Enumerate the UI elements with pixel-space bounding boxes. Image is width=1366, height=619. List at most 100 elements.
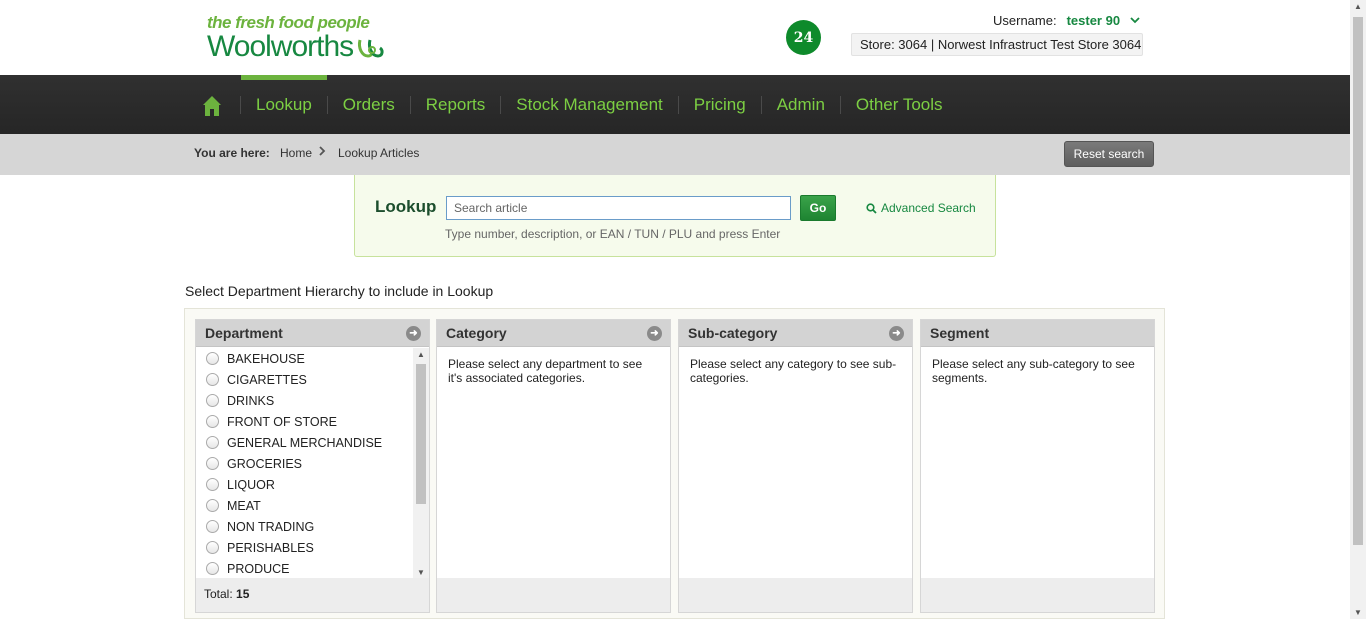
list-item[interactable]: PERISHABLES xyxy=(196,537,414,558)
department-label: LIQUOR xyxy=(227,477,275,492)
department-label: NON TRADING xyxy=(227,519,315,534)
category-header: Category ➜ xyxy=(437,320,670,347)
department-label: PERISHABLES xyxy=(227,540,314,555)
radio-button[interactable] xyxy=(206,541,219,554)
department-label: FRONT OF STORE xyxy=(227,414,337,429)
list-item[interactable]: CIGARETTES xyxy=(196,369,414,390)
department-label: DRINKS xyxy=(227,393,275,408)
lookup-panel: Lookup Go Advanced Search Type number, d… xyxy=(354,175,996,257)
total-label: Total: xyxy=(204,587,233,601)
chevron-down-icon[interactable] xyxy=(1130,15,1140,27)
username-label: Username: xyxy=(993,13,1057,28)
list-item[interactable]: PRODUCE xyxy=(196,558,414,579)
scrollbar-thumb[interactable] xyxy=(416,364,426,504)
list-item[interactable]: FRONT OF STORE xyxy=(196,411,414,432)
segment-footer xyxy=(921,578,1154,612)
nav-items: Lookup Orders Reports Stock Management P… xyxy=(240,74,958,134)
nav-item-reports[interactable]: Reports xyxy=(409,95,501,114)
radio-button[interactable] xyxy=(206,352,219,365)
department-list: BAKEHOUSE CIGARETTES DRINKS FRONT OF STO… xyxy=(196,348,414,579)
department-label: PRODUCE xyxy=(227,561,290,576)
department-label: GROCERIES xyxy=(227,456,303,471)
breadcrumb-prefix: You are here: xyxy=(194,146,270,160)
search-hint: Type number, description, or EAN / TUN /… xyxy=(445,227,781,241)
home-icon[interactable] xyxy=(202,95,222,117)
arrow-right-icon[interactable]: ➜ xyxy=(889,326,904,341)
radio-button[interactable] xyxy=(206,436,219,449)
scrollbar-thumb[interactable] xyxy=(1353,17,1363,545)
hierarchy-title: Select Department Hierarchy to include i… xyxy=(185,283,494,299)
nav-item-stock-management[interactable]: Stock Management xyxy=(500,95,677,114)
reset-search-button[interactable]: Reset search xyxy=(1064,141,1154,167)
nav-item-orders[interactable]: Orders xyxy=(326,95,410,114)
lookup-label: Lookup xyxy=(375,197,437,216)
woolworths-w-icon xyxy=(358,39,384,58)
list-item[interactable]: DRINKS xyxy=(196,390,414,411)
category-column: Category ➜ Please select any department … xyxy=(436,319,671,613)
search-icon xyxy=(866,202,877,214)
hierarchy-panel: Department ➜ BAKEHOUSE CIGARETTES DRINKS… xyxy=(184,308,1165,619)
go-button[interactable]: Go xyxy=(800,195,836,221)
scroll-up-icon[interactable]: ▲ xyxy=(416,350,426,359)
department-label: BAKEHOUSE xyxy=(227,351,305,366)
category-footer xyxy=(437,578,670,612)
header: the fresh food people Woolworths 24 User… xyxy=(0,0,1350,75)
department-total: Total: 15 xyxy=(196,578,429,612)
department-scrollbar[interactable]: ▲ ▼ xyxy=(413,348,429,579)
radio-button[interactable] xyxy=(206,520,219,533)
logo-brand-text: Woolworths xyxy=(207,30,354,63)
department-label: GENERAL MERCHANDISE xyxy=(227,435,383,450)
radio-button[interactable] xyxy=(206,499,219,512)
nav-item-other-tools[interactable]: Other Tools xyxy=(839,95,958,114)
scroll-down-icon[interactable]: ▼ xyxy=(416,568,426,577)
list-item[interactable]: LIQUOR xyxy=(196,474,414,495)
department-column: Department ➜ BAKEHOUSE CIGARETTES DRINKS… xyxy=(195,319,430,613)
department-title: Department xyxy=(205,325,283,341)
page-scrollbar[interactable]: ▲ ▼ xyxy=(1350,0,1366,619)
segment-message: Please select any sub-category to see se… xyxy=(932,357,1135,385)
breadcrumb-home[interactable]: Home xyxy=(280,146,312,160)
username[interactable]: tester 90 xyxy=(1067,13,1120,28)
list-item[interactable]: GENERAL MERCHANDISE xyxy=(196,432,414,453)
segment-title: Segment xyxy=(930,325,990,341)
radio-button[interactable] xyxy=(206,394,219,407)
scroll-up-icon[interactable]: ▲ xyxy=(1353,2,1363,11)
breadcrumb: You are here: Home Lookup Articles Reset… xyxy=(0,134,1350,175)
department-label: CIGARETTES xyxy=(227,372,307,387)
store-selector[interactable]: Store: 3064 | Norwest Infrastruct Test S… xyxy=(851,33,1143,56)
nav-item-pricing[interactable]: Pricing xyxy=(677,95,761,114)
radio-button[interactable] xyxy=(206,478,219,491)
list-item[interactable]: GROCERIES xyxy=(196,453,414,474)
search-input[interactable] xyxy=(446,196,791,220)
list-item[interactable]: NON TRADING xyxy=(196,516,414,537)
radio-button[interactable] xyxy=(206,562,219,575)
subcategory-column: Sub-category ➜ Please select any categor… xyxy=(678,319,913,613)
arrow-right-icon[interactable]: ➜ xyxy=(647,326,662,341)
subcategory-message: Please select any category to see sub-ca… xyxy=(690,357,897,385)
segment-header: Segment xyxy=(921,320,1154,347)
radio-button[interactable] xyxy=(206,373,219,386)
woolworths-logo[interactable]: the fresh food people Woolworths xyxy=(207,14,384,62)
segment-column: Segment Please select any sub-category t… xyxy=(920,319,1155,613)
category-message: Please select any department to see it's… xyxy=(448,357,643,385)
subcategory-header: Sub-category ➜ xyxy=(679,320,912,347)
department-label: MEAT xyxy=(227,498,261,513)
radio-button[interactable] xyxy=(206,415,219,428)
scroll-down-icon[interactable]: ▼ xyxy=(1353,608,1363,617)
subcategory-title: Sub-category xyxy=(688,325,778,341)
breadcrumb-chevron-icon xyxy=(318,145,326,159)
user-menu[interactable]: Username: tester 90 xyxy=(993,13,1140,28)
radio-button[interactable] xyxy=(206,457,219,470)
total-count: 15 xyxy=(236,587,250,601)
list-item[interactable]: MEAT xyxy=(196,495,414,516)
breadcrumb-current: Lookup Articles xyxy=(338,146,420,160)
main-nav: Lookup Orders Reports Stock Management P… xyxy=(0,74,1350,134)
arrow-right-icon[interactable]: ➜ xyxy=(406,326,421,341)
advanced-search-link[interactable]: Advanced Search xyxy=(866,201,976,215)
category-title: Category xyxy=(446,325,507,341)
nav-item-admin[interactable]: Admin xyxy=(760,95,840,114)
subcategory-footer xyxy=(679,578,912,612)
nav-item-lookup[interactable]: Lookup xyxy=(240,74,327,114)
notification-badge[interactable]: 24 xyxy=(786,20,821,55)
list-item[interactable]: BAKEHOUSE xyxy=(196,348,414,369)
